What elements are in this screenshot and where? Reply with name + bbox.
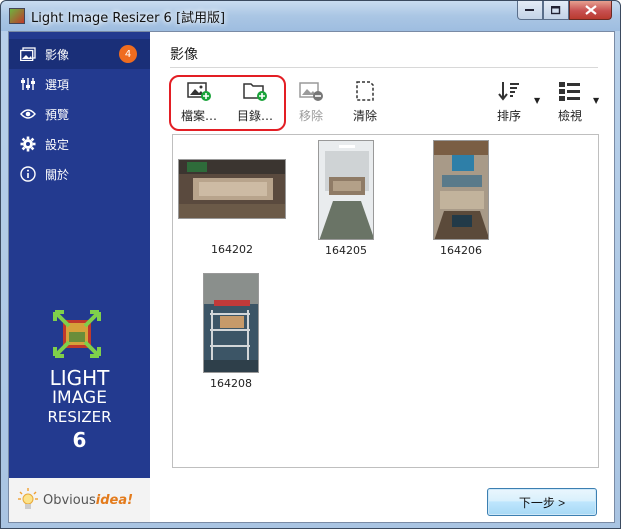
brand-name: Obviousidea! xyxy=(43,492,134,508)
view-dropdown-caret-icon[interactable]: ▼ xyxy=(593,96,599,105)
thumbnail-image xyxy=(203,273,259,373)
thumbnail-caption: 164202 xyxy=(211,243,253,256)
logo-text-line3: RESIZER xyxy=(47,408,112,426)
add-folder-icon xyxy=(243,83,267,101)
sidebar: 影像 4 選項 預覽 設定 關於 LIGHT IMAGE RESIZER 6 O… xyxy=(9,32,150,522)
window-title: Light Image Resizer 6 [試用版] xyxy=(31,11,226,26)
lightbulb-icon xyxy=(18,488,38,509)
maximize-icon xyxy=(551,5,561,14)
view-button[interactable]: 檢視 xyxy=(554,80,586,124)
sort-button[interactable]: 排序 xyxy=(494,80,524,124)
sidebar-item-preview[interactable]: 預覽 xyxy=(9,99,150,129)
sidebar-item-label: 設定 xyxy=(45,137,70,152)
info-icon xyxy=(19,165,37,183)
image-count-badge: 4 xyxy=(119,45,137,63)
maximize-button[interactable] xyxy=(543,1,569,20)
thumbnail-caption: 164206 xyxy=(440,244,482,257)
sidebar-item-about[interactable]: 關於 xyxy=(9,159,150,189)
add-folder-label: 目錄… xyxy=(236,109,273,123)
obviousidea-brand: Obviousidea! xyxy=(9,478,150,522)
sort-icon xyxy=(498,82,519,101)
image-list[interactable]: 164202 164205 164206 164208 xyxy=(172,134,599,468)
minimize-icon xyxy=(525,9,534,11)
add-image-icon xyxy=(187,82,211,101)
sort-label: 排序 xyxy=(496,109,521,123)
view-list-icon xyxy=(559,82,580,101)
clear-button[interactable]: 清除 xyxy=(350,80,380,124)
divider xyxy=(170,67,598,68)
sidebar-item-options[interactable]: 選項 xyxy=(9,69,150,99)
logo-text-line1: LIGHT xyxy=(49,366,110,390)
close-button[interactable] xyxy=(569,1,612,20)
sidebar-item-label: 影像 xyxy=(45,47,70,62)
eye-icon xyxy=(19,105,37,123)
view-label: 檢視 xyxy=(557,109,582,123)
main-panel: 影像 檔案… 目錄… 移除 清除 排序 ▼ 檢視 ▼ 164202 164205… xyxy=(150,32,614,522)
thumbnail-image xyxy=(178,159,286,219)
minimize-button[interactable] xyxy=(517,1,543,20)
add-folder-button[interactable]: 目錄… xyxy=(230,80,280,124)
gear-icon xyxy=(19,135,37,153)
close-icon xyxy=(584,5,597,15)
app-icon xyxy=(9,8,25,24)
title-bar: Light Image Resizer 6 [試用版] xyxy=(1,1,620,31)
page-title: 影像 xyxy=(170,47,198,63)
logo-text-line2: IMAGE xyxy=(52,388,107,408)
add-files-label: 檔案… xyxy=(180,109,217,123)
thumbnail-caption: 164208 xyxy=(210,377,252,390)
sidebar-item-images[interactable]: 影像 4 xyxy=(9,39,150,69)
clear-list-icon xyxy=(356,81,374,101)
next-step-button[interactable]: 下一步 > xyxy=(487,488,597,516)
sort-dropdown-caret-icon[interactable]: ▼ xyxy=(534,96,540,105)
images-icon xyxy=(19,45,37,63)
add-files-button[interactable]: 檔案… xyxy=(174,80,224,124)
clear-label: 清除 xyxy=(352,109,377,123)
sidebar-item-settings[interactable]: 設定 xyxy=(9,129,150,159)
remove-label: 移除 xyxy=(298,109,323,123)
app-logo-icon xyxy=(53,310,101,358)
thumbnail-caption: 164205 xyxy=(325,244,367,257)
sidebar-item-label: 預覽 xyxy=(45,107,70,122)
thumbnail-image xyxy=(433,140,489,240)
thumbnail-image xyxy=(318,140,374,240)
remove-image-icon xyxy=(299,82,323,101)
sidebar-item-label: 選項 xyxy=(45,77,70,92)
window-controls xyxy=(517,1,612,21)
logo-text-version: 6 xyxy=(72,428,87,452)
remove-button[interactable]: 移除 xyxy=(296,80,326,124)
app-window: Light Image Resizer 6 [試用版] 影像 4 選項 預覽 設… xyxy=(0,0,621,529)
sidebar-item-label: 關於 xyxy=(45,167,70,182)
client-area: 影像 4 選項 預覽 設定 關於 LIGHT IMAGE RESIZER 6 O… xyxy=(8,31,615,523)
sliders-icon xyxy=(19,75,37,93)
